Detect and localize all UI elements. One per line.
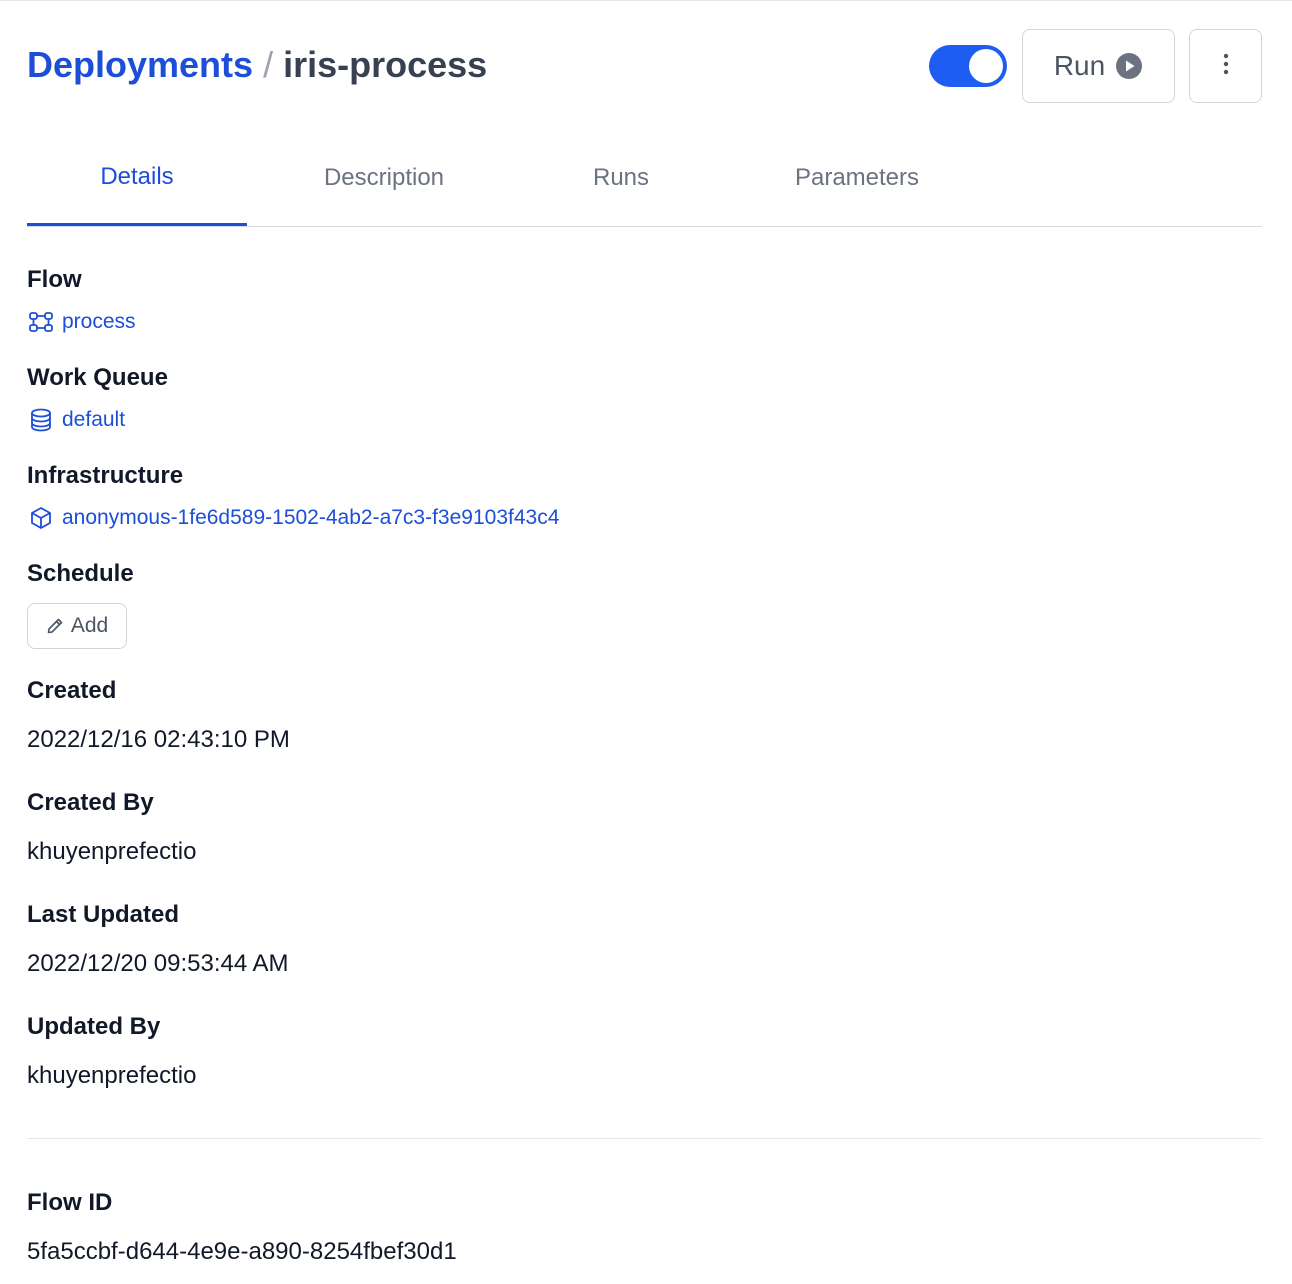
schedule-active-toggle[interactable] (929, 45, 1007, 87)
more-options-button[interactable] (1189, 29, 1262, 103)
tab-runs[interactable]: Runs (511, 131, 731, 225)
play-circle-icon (1115, 52, 1143, 80)
flow-label: Flow (27, 266, 82, 293)
flow-icon (27, 308, 55, 336)
created-by-label: Created By (27, 789, 154, 816)
flow-name: process (62, 310, 136, 333)
tab-details[interactable]: Details (27, 131, 247, 226)
flow-id-label: Flow ID (27, 1189, 113, 1216)
tab-bar: Details Description Runs Parameters (27, 131, 1262, 227)
toggle-knob (969, 49, 1003, 83)
updated-by-value: khuyenprefectio (27, 1062, 197, 1089)
work-queue-label: Work Queue (27, 364, 168, 391)
add-schedule-button[interactable]: Add (27, 603, 127, 649)
add-schedule-label: Add (70, 614, 109, 637)
infrastructure-name: anonymous-1fe6d589-1502-4ab2-a7c3-f3e910… (62, 506, 560, 529)
work-queue-link[interactable]: default (27, 406, 125, 434)
infrastructure-label: Infrastructure (27, 462, 184, 489)
created-value: 2022/12/16 02:43:10 PM (27, 726, 290, 753)
tab-parameters[interactable]: Parameters (747, 131, 967, 225)
flow-link[interactable]: process (27, 308, 136, 336)
last-updated-label: Last Updated (27, 901, 180, 928)
schedule-label: Schedule (27, 560, 134, 587)
deployment-page: Deployments / iris-process Run Details D… (0, 0, 1292, 1284)
cube-icon (27, 504, 55, 532)
updated-by-label: Updated By (27, 1013, 161, 1040)
created-label: Created (27, 677, 117, 704)
breadcrumb: Deployments / iris-process (27, 41, 487, 89)
breadcrumb-separator: / (263, 44, 274, 85)
infrastructure-link[interactable]: anonymous-1fe6d589-1502-4ab2-a7c3-f3e910… (27, 504, 559, 532)
last-updated-value: 2022/12/20 09:53:44 AM (27, 950, 289, 977)
work-queue-name: default (62, 408, 126, 431)
kebab-menu-icon (1223, 52, 1229, 81)
database-icon (27, 406, 55, 434)
page-header: Deployments / iris-process Run (27, 1, 1262, 131)
flow-id-value: 5fa5ccbf-d644-4e9e-a890-8254fbef30d1 (27, 1238, 457, 1265)
pencil-icon (46, 617, 64, 635)
page-title: iris-process (283, 44, 488, 85)
breadcrumb-deployments-link[interactable]: Deployments (27, 44, 253, 85)
header-actions: Run (929, 29, 1262, 103)
created-by-value: khuyenprefectio (27, 838, 197, 865)
tab-description[interactable]: Description (273, 131, 495, 225)
section-divider (27, 1138, 1262, 1139)
run-button[interactable]: Run (1022, 29, 1175, 103)
run-button-label: Run (1053, 50, 1106, 81)
